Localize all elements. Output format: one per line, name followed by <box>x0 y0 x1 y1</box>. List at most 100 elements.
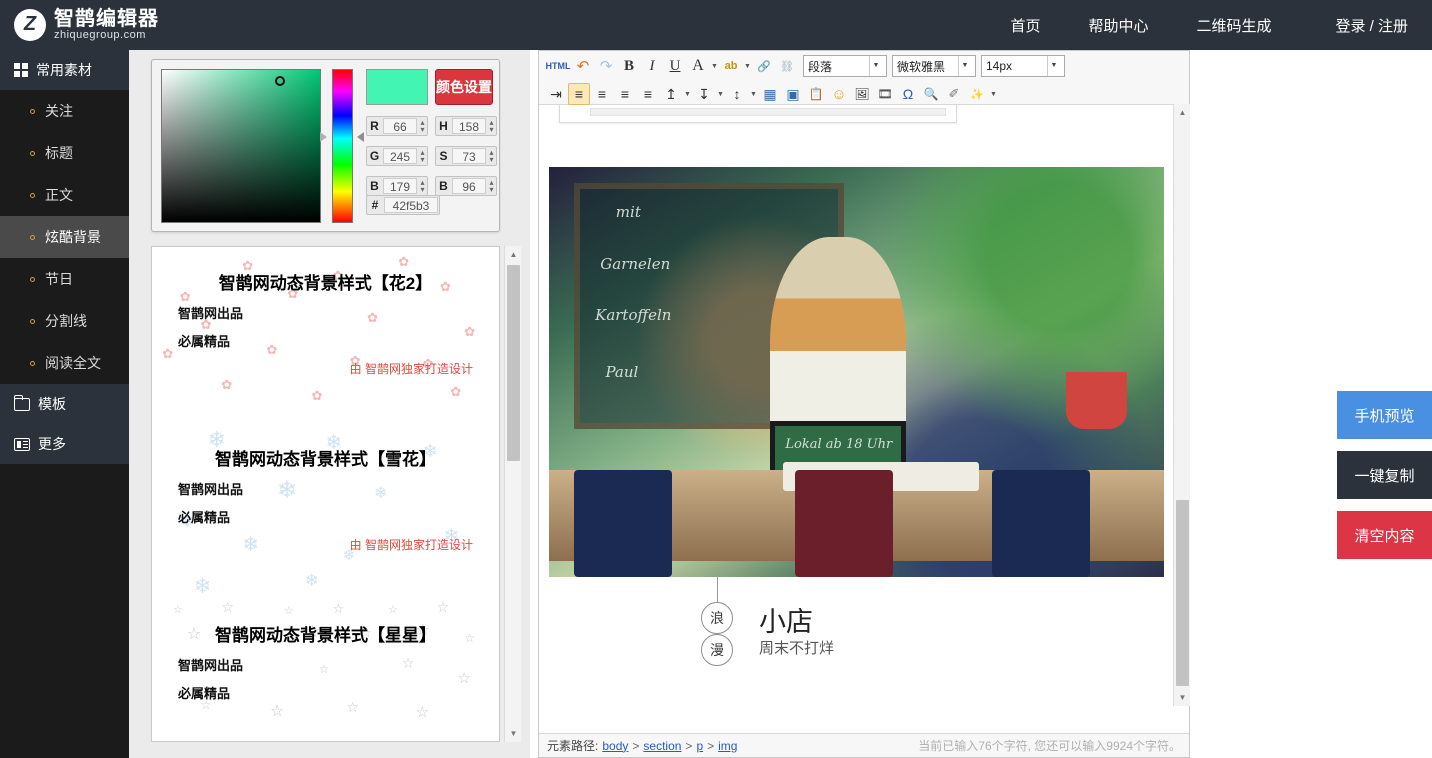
font-color-chevron-down-icon[interactable]: ▼ <box>710 63 719 70</box>
align-center-icon[interactable]: ≡ <box>614 83 636 105</box>
path-section[interactable]: section <box>643 739 681 753</box>
scroll-down-icon[interactable]: ▼ <box>1174 689 1191 706</box>
field-g-spinner[interactable]: ▴ ▾ <box>418 149 427 164</box>
field-s-value[interactable]: 73 <box>452 148 486 164</box>
sidebar-item-title[interactable]: 标题 <box>0 132 129 174</box>
path-img[interactable]: img <box>718 739 737 753</box>
redo-icon[interactable]: ↷ <box>595 55 617 77</box>
field-h-label: H <box>439 119 448 133</box>
field-s[interactable]: S 73 ▴ ▾ <box>435 146 497 166</box>
content-image[interactable]: mit Garnelen Kartoffeln Paul Lokal ab 18… <box>549 167 1164 577</box>
line-height-chevron-down-icon[interactable]: ▼ <box>749 91 758 98</box>
sidebar-group-common-materials[interactable]: 常用素材 <box>0 50 129 90</box>
editor-canvas[interactable]: mit Garnelen Kartoffeln Paul Lokal ab 18… <box>539 105 1189 734</box>
italic-icon[interactable]: I <box>641 55 663 77</box>
underline-icon[interactable]: U <box>664 55 686 77</box>
align-left-icon[interactable]: ≡ <box>568 83 590 105</box>
chevron-down-icon[interactable]: ▼ <box>958 56 971 76</box>
sidebar-item-cool-background[interactable]: 炫酷背景 <box>0 216 129 258</box>
field-b-hsb[interactable]: B 96 ▴ ▾ <box>435 176 497 196</box>
field-r-spinner[interactable]: ▴ ▾ <box>418 119 427 134</box>
field-g[interactable]: G 245 ▴ ▾ <box>366 146 428 166</box>
highlight-chevron-down-icon[interactable]: ▼ <box>743 63 752 70</box>
material-item-star[interactable]: ☆ ☆ ☆ ☆ ☆ ☆ ☆ ☆ ☆ ☆ ☆ ☆ ☆ ☆ ☆ ☆ ☆ ☆ ☆ ☆ 智鹊网动态背景样式【… <box>152 599 499 741</box>
field-r-value[interactable]: 66 <box>383 118 417 134</box>
field-g-value[interactable]: 245 <box>383 148 417 164</box>
font-color-icon[interactable]: A <box>687 55 709 77</box>
html-source-button[interactable]: HTML <box>545 55 571 77</box>
field-b-rgb[interactable]: B 179 ▴ ▾ <box>366 176 428 196</box>
scroll-up-icon[interactable]: ▲ <box>1174 104 1191 121</box>
vertical-align-top-icon[interactable]: ↥ <box>660 83 682 105</box>
search-icon[interactable]: 🔍 <box>920 83 942 105</box>
chevron-down-icon[interactable]: ▼ <box>1047 56 1060 76</box>
valign-top-chevron-down-icon[interactable]: ▼ <box>683 91 692 98</box>
link-icon[interactable]: 🔗 <box>753 55 775 77</box>
font-size-select[interactable]: 14px ▼ <box>981 55 1065 77</box>
field-r[interactable]: R 66 ▴ ▾ <box>366 116 428 136</box>
paragraph-format-select[interactable]: 段落 ▼ <box>803 55 887 77</box>
scrollbar-thumb[interactable] <box>507 265 520 461</box>
sidebar-item-festival[interactable]: 节日 <box>0 258 129 300</box>
image-icon[interactable]: 🖼 <box>851 83 873 105</box>
unlink-icon[interactable]: ⛓ <box>776 55 798 77</box>
field-hex[interactable]: # 42f5b3 <box>366 195 440 215</box>
omega-icon[interactable]: Ω <box>897 83 919 105</box>
undo-icon[interactable]: ↶ <box>572 55 594 77</box>
mobile-preview-button[interactable]: 手机预览 <box>1337 391 1432 439</box>
clear-content-button[interactable]: 清空内容 <box>1337 511 1432 559</box>
material-item-flower[interactable]: ✿ ✿ ✿ ✿ ✿ ✿ ✿ ✿ ✿ ✿ ✿ ✿ ✿ ✿ ✿ ✿ 智鹊网动态背景样式【花2】 智鹊… <box>152 247 499 423</box>
chevron-down-icon[interactable]: ▼ <box>869 56 882 76</box>
brand-logo[interactable]: Z 智鹊编辑器 zhiquegroup.com <box>14 8 159 42</box>
eraser-icon[interactable]: ✐ <box>943 83 965 105</box>
video-icon[interactable]: 🎞 <box>874 83 896 105</box>
scroll-up-icon[interactable]: ▲ <box>505 246 522 263</box>
field-h-value[interactable]: 158 <box>452 118 486 134</box>
magic-chevron-down-icon[interactable]: ▼ <box>989 91 998 98</box>
highlight-icon[interactable]: ab <box>720 55 742 77</box>
field-b-hsb-value[interactable]: 96 <box>452 178 486 194</box>
bold-icon[interactable]: B <box>618 55 640 77</box>
path-body[interactable]: body <box>602 739 628 753</box>
align-right-icon[interactable]: ≡ <box>591 83 613 105</box>
hue-slider[interactable] <box>332 69 353 223</box>
field-hex-value[interactable]: 42f5b3 <box>384 197 438 213</box>
table-icon[interactable]: ▦ <box>759 83 781 105</box>
indent-icon[interactable]: ⇥ <box>545 83 567 105</box>
emoji-icon[interactable]: ☺ <box>828 83 850 105</box>
sidebar-item-read-more[interactable]: 阅读全文 <box>0 342 129 384</box>
color-apply-button[interactable]: 颜色设置 <box>435 69 493 105</box>
nav-qrcode[interactable]: 二维码生成 <box>1172 15 1295 36</box>
field-s-spinner[interactable]: ▴ ▾ <box>487 149 496 164</box>
editor-scrollbar[interactable]: ▲ ▼ <box>1173 104 1190 706</box>
scrollbar-thumb[interactable] <box>1176 500 1189 686</box>
login-register-link[interactable]: 登录 / 注册 <box>1295 15 1432 36</box>
copy-all-button[interactable]: 一键复制 <box>1337 451 1432 499</box>
sidebar-item-divider[interactable]: 分割线 <box>0 300 129 342</box>
sidebar-item-follow[interactable]: 关注 <box>0 90 129 132</box>
paste-icon[interactable]: 📋 <box>805 83 827 105</box>
font-family-select[interactable]: 微软雅黑 ▼ <box>892 55 976 77</box>
field-h[interactable]: H 158 ▴ ▾ <box>435 116 497 136</box>
vertical-align-bottom-icon[interactable]: ↧ <box>693 83 715 105</box>
path-p[interactable]: p <box>696 739 703 753</box>
color-cursor-icon[interactable] <box>275 76 285 86</box>
sidebar-group-template[interactable]: 模板 <box>0 384 129 424</box>
magic-icon[interactable]: ✨ <box>966 83 988 105</box>
material-list-scrollbar[interactable]: ▲ ▼ <box>504 246 521 742</box>
sidebar-item-body[interactable]: 正文 <box>0 174 129 216</box>
line-height-icon[interactable]: ↕ <box>726 83 748 105</box>
nav-home[interactable]: 首页 <box>986 15 1064 36</box>
scroll-down-icon[interactable]: ▼ <box>505 725 522 742</box>
field-b-rgb-spinner[interactable]: ▴ ▾ <box>418 179 427 194</box>
field-b-rgb-value[interactable]: 179 <box>383 178 417 194</box>
field-b-hsb-spinner[interactable]: ▴ ▾ <box>487 179 496 194</box>
saturation-value-area[interactable] <box>161 69 321 223</box>
nav-help[interactable]: 帮助中心 <box>1064 15 1172 36</box>
field-h-spinner[interactable]: ▴ ▾ <box>487 119 496 134</box>
align-justify-icon[interactable]: ≡ <box>637 83 659 105</box>
material-item-snow[interactable]: ❄ ❄ ❄ ❄ ❄ ❄ ❄ ❄ ❄ ❄ ❄ 智鹊网动态背景样式【雪花】 智鹊网出品 必属精… <box>152 423 499 599</box>
layout-icon[interactable]: ▣ <box>782 83 804 105</box>
sidebar-group-more[interactable]: 更多 <box>0 424 129 464</box>
valign-bottom-chevron-down-icon[interactable]: ▼ <box>716 91 725 98</box>
